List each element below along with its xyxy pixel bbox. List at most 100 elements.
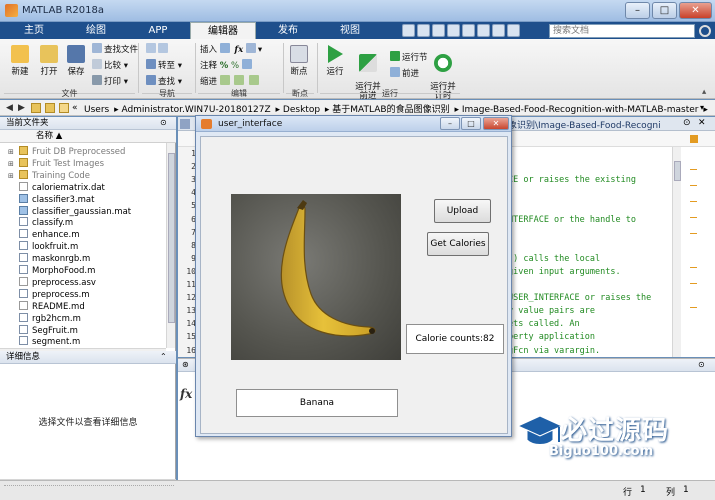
editor-close-icon[interactable]: ✕ — [698, 118, 706, 128]
back-arrow-icon[interactable]: ◀ — [6, 103, 16, 113]
code-line[interactable]: .) calls the local — [508, 254, 600, 264]
get-calories-button[interactable]: Get Calories — [427, 232, 489, 256]
goto-button[interactable]: 转至 ▾ — [146, 59, 182, 71]
list-item[interactable]: classifier_gaussian.mat — [0, 205, 168, 218]
list-item[interactable]: caloriematrix.dat — [0, 181, 168, 194]
list-item[interactable]: maskonrgb.m — [0, 253, 168, 265]
expand-icon[interactable]: ⊞ — [8, 146, 16, 158]
tab-view[interactable]: 视图 — [320, 22, 380, 39]
code-line[interactable]: CE or raises the existing — [508, 175, 636, 185]
expand-icon[interactable]: ⊞ — [8, 170, 16, 182]
quick-paste-icon[interactable] — [447, 24, 460, 37]
breadcrumb-item[interactable]: Desktop — [283, 105, 320, 115]
figure-maximize-button[interactable]: □ — [461, 117, 481, 130]
find-files-button[interactable]: 查找文件 — [92, 43, 138, 55]
code-line[interactable]: ets called. An — [508, 319, 580, 329]
name-column-header[interactable]: 名称 ▲ — [0, 130, 176, 143]
quick-copy-icon[interactable] — [432, 24, 445, 37]
breadcrumb-item[interactable]: Administrator.WIN7U-20180127Z — [121, 105, 270, 115]
insert-button[interactable]: 插入 fx ▾ — [200, 43, 262, 55]
editor-menu-icon[interactable]: ⊙ — [683, 118, 691, 128]
open-button[interactable]: 打开 — [36, 45, 62, 77]
minimize-button[interactable]: – — [625, 2, 650, 19]
quick-switch-icon[interactable] — [492, 24, 505, 37]
file-list-scrollbar[interactable] — [166, 143, 175, 348]
path-dropdown-icon[interactable]: ▾ — [700, 103, 710, 113]
breakpoints-button[interactable]: 断点 — [287, 45, 311, 77]
editor-scrollbar[interactable] — [672, 147, 681, 357]
list-item[interactable]: README.md — [0, 300, 168, 313]
quick-cut-icon[interactable] — [417, 24, 430, 37]
list-item[interactable]: preprocess.m — [0, 288, 168, 301]
fx-button[interactable]: fx — [234, 45, 243, 55]
close-button[interactable]: ✕ — [679, 2, 712, 19]
compare-button[interactable]: 比较 ▾ — [92, 59, 128, 71]
quick-redo-icon[interactable] — [477, 24, 490, 37]
code-analyzer-marker[interactable] — [690, 169, 697, 170]
tab-plots[interactable]: 绘图 — [66, 22, 126, 39]
breadcrumb[interactable]: Users ▸ Administrator.WIN7U-20180127Z ▸ … — [84, 102, 708, 115]
open-folder-icon[interactable] — [59, 103, 69, 113]
list-item[interactable]: classifier3.mat — [0, 193, 168, 206]
tab-publish[interactable]: 发布 — [258, 22, 318, 39]
code-line[interactable]: given input arguments. — [508, 267, 621, 277]
scrollbar-thumb[interactable] — [168, 153, 175, 323]
code-analyzer-marker[interactable] — [690, 233, 697, 234]
warning-indicator-icon[interactable] — [690, 135, 698, 143]
quick-undo-icon[interactable] — [462, 24, 475, 37]
collapse-ribbon-icon[interactable]: ▴ — [702, 87, 706, 97]
list-item[interactable]: segment.m — [0, 336, 168, 348]
code-analyzer-marker[interactable] — [690, 185, 697, 186]
quick-save-icon[interactable] — [402, 24, 415, 37]
browse-folder-icon[interactable] — [45, 103, 55, 113]
advance-button[interactable]: 前进 — [390, 67, 419, 79]
code-line[interactable]: USER_INTERFACE or raises the — [508, 293, 651, 303]
run-button[interactable]: 运行 — [322, 45, 348, 77]
list-item[interactable]: lookfruit.m — [0, 241, 168, 253]
breadcrumb-item[interactable]: Users — [84, 105, 109, 115]
list-item[interactable]: SegFruit.m — [0, 324, 168, 337]
code-analyzer-marker[interactable] — [690, 307, 697, 308]
search-docs-input[interactable]: 搜索文档 — [549, 24, 695, 38]
code-analyzer-marker[interactable] — [690, 201, 697, 202]
code-analyzer-marker[interactable] — [690, 283, 697, 284]
list-item[interactable]: rgb2hcm.m — [0, 312, 168, 325]
find-button[interactable]: 查找 ▾ — [146, 75, 182, 87]
details-collapse-icon[interactable]: ⌃ — [160, 352, 167, 361]
search-icon[interactable] — [699, 25, 711, 37]
save-button[interactable]: 保存 — [64, 45, 88, 77]
figure-minimize-button[interactable]: – — [440, 117, 460, 130]
folder-up-icon[interactable] — [31, 103, 41, 113]
list-item[interactable]: ⊞ Fruit DB Preprocessed — [0, 146, 168, 158]
tab-apps[interactable]: APP — [128, 22, 188, 39]
run-section-button[interactable]: 运行节 — [390, 51, 428, 63]
tab-editor[interactable]: 编辑器 — [190, 22, 256, 39]
list-item[interactable]: ⊞ Fruit Test Images — [0, 157, 168, 170]
code-analyzer-marker[interactable] — [690, 217, 697, 218]
new-button[interactable]: 新建 — [6, 45, 34, 77]
code-line[interactable]: gFcn via varargin. — [508, 346, 600, 356]
list-item[interactable]: MorphoFood.m — [0, 265, 168, 277]
breadcrumb-item[interactable]: 基于MATLAB的食品图像识别 — [332, 105, 449, 115]
upload-button[interactable]: Upload — [434, 199, 491, 223]
back-forward-icons[interactable] — [146, 43, 170, 55]
indent-button[interactable]: 缩进 — [200, 75, 261, 87]
code-line[interactable]: y value pairs are — [508, 306, 595, 316]
list-item[interactable]: classify.m — [0, 217, 168, 229]
list-item[interactable]: ⊞ Training Code — [0, 169, 168, 182]
code-line[interactable]: NTERFACE or the handle to — [508, 215, 636, 225]
panel-menu-icon[interactable]: ⊙ — [160, 118, 167, 127]
command-window-menu-icon[interactable]: ⊙ — [698, 360, 705, 369]
print-button[interactable]: 打印 ▾ — [92, 75, 128, 87]
tab-home[interactable]: 主页 — [4, 22, 64, 39]
help-icon[interactable] — [507, 24, 520, 37]
figure-close-button[interactable]: ✕ — [483, 117, 509, 130]
expand-icon[interactable]: ⊞ — [8, 158, 16, 170]
comment-button[interactable]: 注释 % % — [200, 59, 254, 71]
code-analyzer-marker[interactable] — [690, 267, 697, 268]
list-item[interactable]: preprocess.asv — [0, 276, 168, 289]
editor-scrollbar-thumb[interactable] — [674, 161, 681, 181]
maximize-button[interactable]: □ — [652, 2, 677, 19]
breadcrumb-item[interactable]: Image-Based-Food-Recognition-with-MATLAB… — [462, 105, 699, 115]
path-expand-icon[interactable]: « — [72, 103, 82, 113]
